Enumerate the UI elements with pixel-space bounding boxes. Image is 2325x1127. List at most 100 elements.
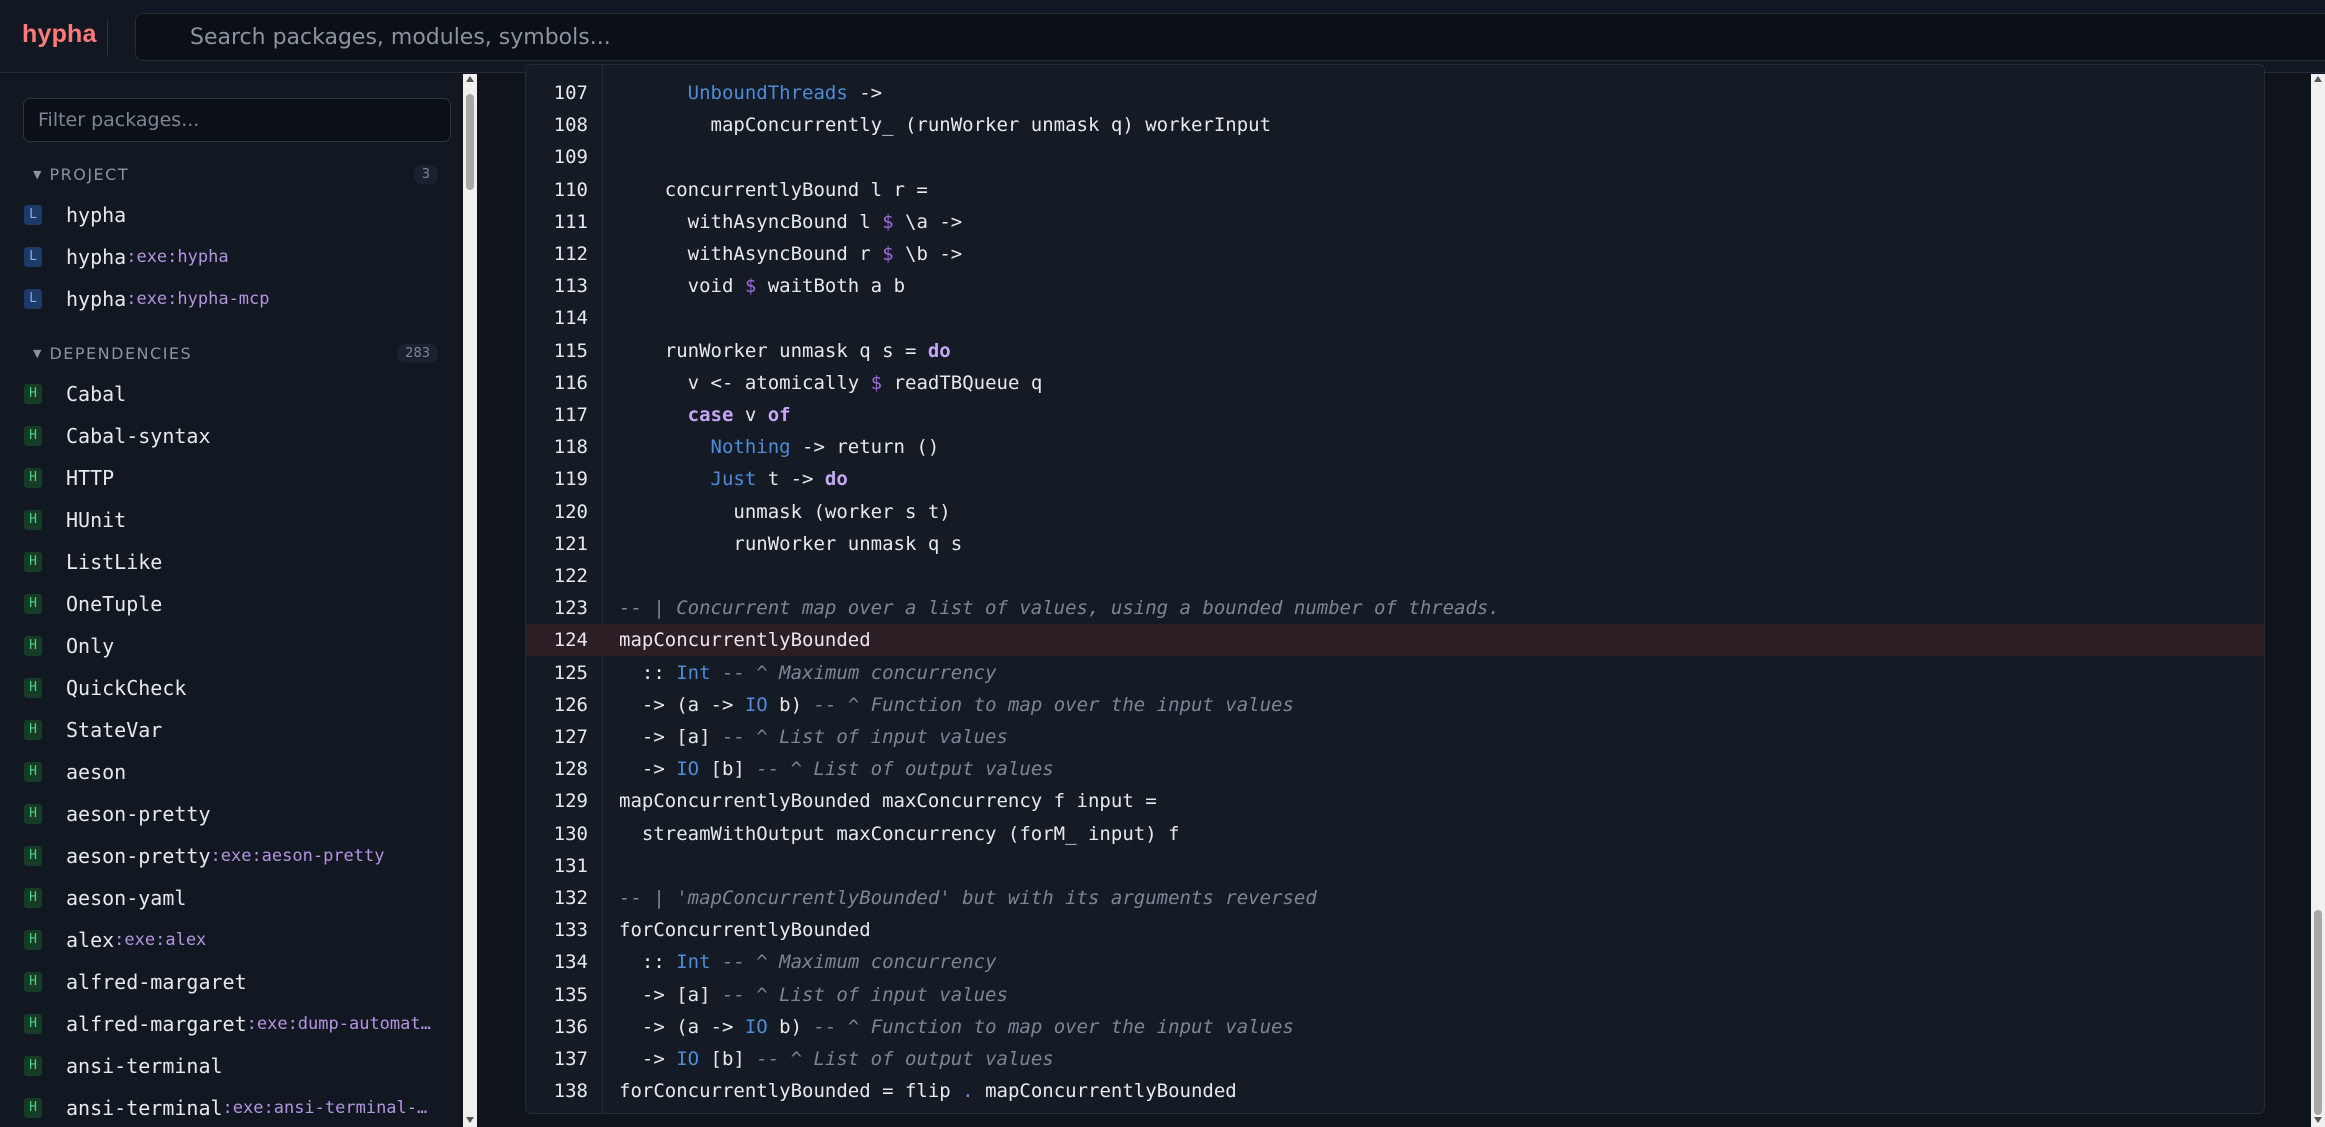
package-item[interactable]: Lhypha <box>24 197 444 233</box>
code-line[interactable]: 132 -- | 'mapConcurrentlyBounded' but wit… <box>526 882 2264 914</box>
package-item[interactable]: H HTTP <box>24 460 444 496</box>
package-item[interactable]: H HUnit <box>24 502 444 538</box>
code-line[interactable]: 117 case v of <box>526 399 2264 431</box>
line-number[interactable]: 127 <box>526 721 588 753</box>
project-section-header[interactable]: ▼ PROJECT 3 <box>33 160 438 188</box>
line-number[interactable]: 116 <box>526 367 588 399</box>
code-line[interactable]: 130 streamWithOutput maxConcurrency (for… <box>526 818 2264 850</box>
line-number[interactable]: 124 <box>526 624 588 656</box>
package-item[interactable]: H ListLike <box>24 544 444 580</box>
package-item[interactable]: Haeson-yaml <box>24 880 444 916</box>
line-number[interactable]: 135 <box>526 979 588 1011</box>
line-number[interactable]: 134 <box>526 946 588 978</box>
scroll-up-arrow-icon[interactable] <box>466 76 474 82</box>
code-line[interactable]: 134 :: Int -- ^ Maximum concurrency <box>526 946 2264 978</box>
line-number[interactable]: 136 <box>526 1011 588 1043</box>
code-line[interactable]: 111 withAsyncBound l $ \a -> <box>526 206 2264 238</box>
line-number[interactable]: 118 <box>526 431 588 463</box>
code-line[interactable]: 136 -> (a -> IO b) -- ^ Function to map … <box>526 1011 2264 1043</box>
line-number[interactable]: 131 <box>526 850 588 882</box>
code-line[interactable]: 128 -> IO [b] -- ^ List of output values <box>526 753 2264 785</box>
sidebar-scrollbar-thumb[interactable] <box>466 94 474 190</box>
code-line[interactable]: 127 -> [a] -- ^ List of input values <box>526 721 2264 753</box>
search-box[interactable] <box>135 13 2325 61</box>
line-number[interactable]: 114 <box>526 302 588 334</box>
collapse-triangle-icon[interactable]: ▼ <box>33 347 41 360</box>
filter-box[interactable] <box>23 98 451 142</box>
line-number[interactable]: 132 <box>526 882 588 914</box>
code-line[interactable]: 119 Just t -> do <box>526 463 2264 495</box>
line-number[interactable]: 123 <box>526 592 588 624</box>
code-line[interactable]: 137 -> IO [b] -- ^ List of output values <box>526 1043 2264 1075</box>
line-number[interactable]: 122 <box>526 560 588 592</box>
code-line[interactable]: 135 -> [a] -- ^ List of input values <box>526 979 2264 1011</box>
code-line[interactable]: 118 Nothing -> return () <box>526 431 2264 463</box>
code-line[interactable]: 114 <box>526 302 2264 334</box>
package-item[interactable]: H Cabal <box>24 376 444 412</box>
line-number[interactable]: 117 <box>526 399 588 431</box>
scroll-up-arrow-icon[interactable] <box>2314 76 2322 82</box>
code-line[interactable]: 113 void $ waitBoth a b <box>526 270 2264 302</box>
code-line[interactable]: 110 concurrentlyBound l r = <box>526 174 2264 206</box>
search-input[interactable] <box>136 14 2325 60</box>
code-line[interactable]: 108 mapConcurrently_ (runWorker unmask q… <box>526 109 2264 141</box>
package-item[interactable]: Halex:exe:alex <box>24 922 444 958</box>
line-number[interactable]: 109 <box>526 141 588 173</box>
code-line[interactable]: 125 :: Int -- ^ Maximum concurrency <box>526 657 2264 689</box>
scroll-down-arrow-icon[interactable] <box>2314 1117 2322 1123</box>
scroll-down-arrow-icon[interactable] <box>466 1117 474 1123</box>
code-line[interactable]: 126 -> (a -> IO b) -- ^ Function to map … <box>526 689 2264 721</box>
line-number[interactable]: 108 <box>526 109 588 141</box>
package-item[interactable]: Lhypha:exe:hypha-mcp <box>24 281 444 317</box>
main-scrollbar-thumb[interactable] <box>2314 910 2322 1115</box>
line-number[interactable]: 111 <box>526 206 588 238</box>
package-item[interactable]: H QuickCheck <box>24 670 444 706</box>
collapse-triangle-icon[interactable]: ▼ <box>33 168 41 181</box>
package-item[interactable]: Halfred-margaret:exe:dump-automat… <box>24 1006 444 1042</box>
line-number[interactable]: 115 <box>526 335 588 367</box>
code-line[interactable]: 131 <box>526 850 2264 882</box>
app-logo[interactable]: hypha <box>22 20 97 49</box>
code-line[interactable]: 122 <box>526 560 2264 592</box>
line-number[interactable]: 107 <box>526 77 588 109</box>
line-number[interactable]: 138 <box>526 1075 588 1107</box>
line-number[interactable]: 121 <box>526 528 588 560</box>
package-item[interactable]: H Cabal-syntax <box>24 418 444 454</box>
sidebar-scrollbar[interactable] <box>463 74 477 1127</box>
package-item[interactable]: Lhypha:exe:hypha <box>24 239 444 275</box>
line-number[interactable]: 128 <box>526 753 588 785</box>
line-number[interactable]: 126 <box>526 689 588 721</box>
line-number[interactable]: 113 <box>526 270 588 302</box>
code-line[interactable]: 121 runWorker unmask q s <box>526 528 2264 560</box>
code-line[interactable]: 107 UnboundThreads -> <box>526 77 2264 109</box>
line-number[interactable]: 119 <box>526 463 588 495</box>
code-line[interactable]: 123 -- | Concurrent map over a list of va… <box>526 592 2264 624</box>
line-number[interactable]: 137 <box>526 1043 588 1075</box>
line-number[interactable]: 112 <box>526 238 588 270</box>
line-number[interactable]: 125 <box>526 657 588 689</box>
package-item[interactable]: H Only <box>24 628 444 664</box>
code-line[interactable]: 115 runWorker unmask q s = do <box>526 335 2264 367</box>
line-number[interactable]: 129 <box>526 785 588 817</box>
filter-packages-input[interactable] <box>24 99 450 141</box>
code-line[interactable]: 138 forConcurrentlyBounded = flip . mapCo… <box>526 1075 2264 1107</box>
code-line[interactable]: 112 withAsyncBound r $ \b -> <box>526 238 2264 270</box>
line-number[interactable]: 110 <box>526 174 588 206</box>
code-line[interactable]: 124 mapConcurrentlyBounded <box>526 624 2264 657</box>
code-line[interactable]: 120 unmask (worker s t) <box>526 496 2264 528</box>
code-line[interactable]: 109 <box>526 141 2264 173</box>
package-item[interactable]: Haeson-pretty <box>24 796 444 832</box>
package-item[interactable]: H StateVar <box>24 712 444 748</box>
package-item[interactable]: H OneTuple <box>24 586 444 622</box>
package-item[interactable]: Halfred-margaret <box>24 964 444 1000</box>
dependencies-section-header[interactable]: ▼ DEPENDENCIES 283 <box>33 339 438 367</box>
package-item[interactable]: Haeson-pretty:exe:aeson-pretty <box>24 838 444 874</box>
package-item[interactable]: Hansi-terminal:exe:ansi-terminal-… <box>24 1090 444 1126</box>
line-number[interactable]: 133 <box>526 914 588 946</box>
code-line[interactable]: 116 v <- atomically $ readTBQueue q <box>526 367 2264 399</box>
line-number[interactable]: 120 <box>526 496 588 528</box>
package-item[interactable]: Haeson <box>24 754 444 790</box>
line-number[interactable]: 130 <box>526 818 588 850</box>
package-item[interactable]: Hansi-terminal <box>24 1048 444 1084</box>
code-line[interactable]: 129 mapConcurrentlyBounded maxConcurrency… <box>526 785 2264 817</box>
